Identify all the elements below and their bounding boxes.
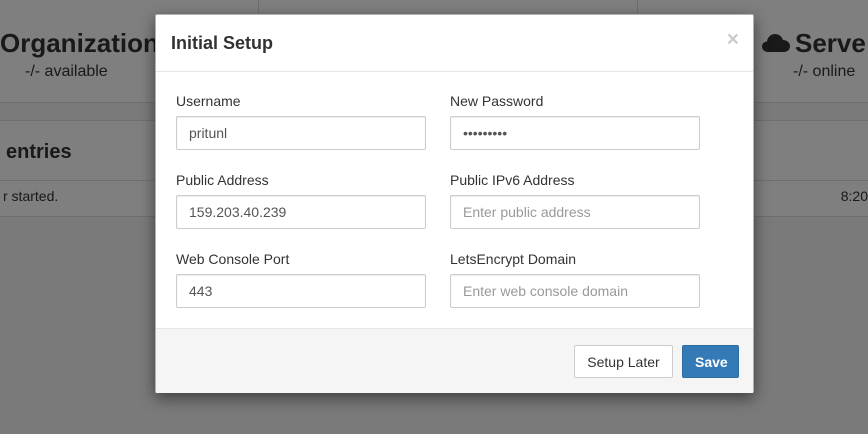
letsencrypt-domain-input[interactable] xyxy=(450,274,700,308)
web-console-port-label: Web Console Port xyxy=(176,251,290,267)
setup-later-button[interactable]: Setup Later xyxy=(574,345,673,378)
letsencrypt-domain-label: LetsEncrypt Domain xyxy=(450,251,577,267)
public-ipv6-input[interactable] xyxy=(450,195,700,229)
username-label: Username xyxy=(176,93,241,109)
public-ipv6-label: Public IPv6 Address xyxy=(450,172,575,188)
public-address-label: Public Address xyxy=(176,172,269,188)
initial-setup-modal: Initial Setup × Username New Password Pu… xyxy=(155,14,754,393)
modal-title: Initial Setup xyxy=(171,33,274,53)
close-icon[interactable]: × xyxy=(727,29,739,50)
modal-footer: Setup Later Save xyxy=(156,328,753,393)
save-button[interactable]: Save xyxy=(682,345,739,378)
username-input[interactable] xyxy=(176,116,426,150)
public-address-input[interactable] xyxy=(176,195,426,229)
new-password-input[interactable] xyxy=(450,116,700,150)
new-password-label: New Password xyxy=(450,93,544,109)
web-console-port-input[interactable] xyxy=(176,274,426,308)
modal-header: Initial Setup × xyxy=(156,15,753,72)
